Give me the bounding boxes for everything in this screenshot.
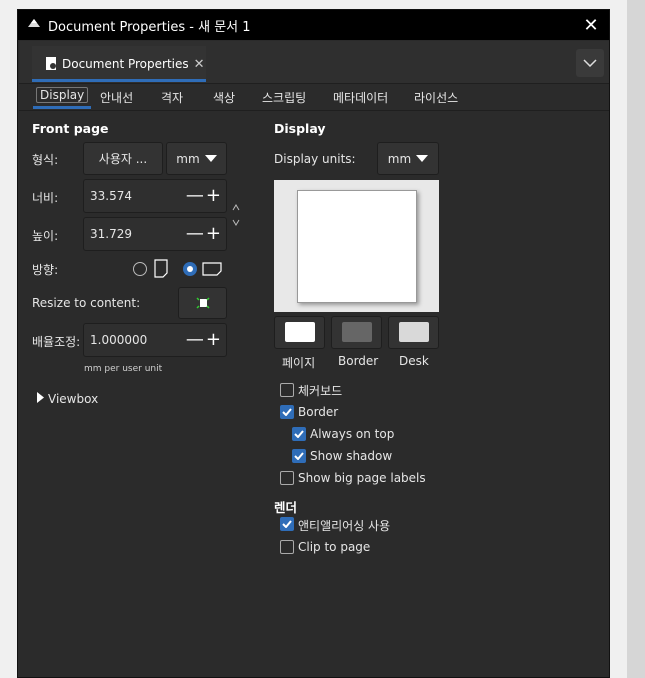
page-color-button[interactable] <box>274 316 325 349</box>
height-stepper[interactable]: —+ <box>186 225 223 243</box>
portrait-radio[interactable] <box>133 262 147 276</box>
show-big-page-labels-checkbox[interactable] <box>280 471 294 485</box>
tab-label: Display <box>40 88 85 102</box>
scale-value: 1.000000 <box>90 333 148 347</box>
border-color-label: Border <box>338 354 379 368</box>
height-spinbox[interactable]: 31.729 —+ <box>83 217 227 251</box>
tab-color[interactable]: 색상 <box>213 89 235 106</box>
document-properties-window: Document Properties - 새 문서 1 ✕ Document … <box>17 9 610 678</box>
border-label: Border <box>298 405 339 419</box>
format-unit-dropdown[interactable]: mm <box>166 142 227 175</box>
display-units-dropdown[interactable]: mm <box>377 142 439 175</box>
format-dropdown[interactable]: 사용자 ... <box>83 142 163 175</box>
tab-grids[interactable]: 격자 <box>161 89 183 106</box>
checkmark-icon <box>294 452 304 460</box>
dock-tab-indicator <box>32 79 206 82</box>
link-dimensions-icon[interactable] <box>231 202 241 228</box>
tab-active-indicator <box>33 106 92 109</box>
preview-page <box>297 190 417 303</box>
clip-to-page-label: Clip to page <box>298 540 371 554</box>
inkscape-app-icon <box>28 19 40 27</box>
landscape-icon <box>202 262 222 276</box>
dock-menu-button[interactable] <box>576 49 604 77</box>
window-close-button[interactable]: ✕ <box>579 13 603 37</box>
tab-display[interactable]: Display <box>33 87 92 109</box>
format-label: 형식: <box>32 153 59 167</box>
checkerboard-checkbox[interactable] <box>280 383 294 397</box>
chevron-down-icon <box>583 59 597 67</box>
orientation-label: 방향: <box>32 263 59 277</box>
width-label: 너비: <box>32 191 59 205</box>
scale-label: 배율조정: <box>32 335 81 349</box>
scale-spinbox[interactable]: 1.000000 —+ <box>83 323 227 357</box>
antialiasing-label: 앤티앨리어싱 사용 <box>298 519 391 533</box>
notebook-tabs: Display 안내선 격자 색상 스크립팅 메타데이터 라이선스 <box>19 84 609 111</box>
scale-stepper[interactable]: —+ <box>186 331 223 349</box>
dock-tab-label: Document Properties <box>62 57 189 71</box>
display-units-value: mm <box>387 151 412 166</box>
tab-scripting[interactable]: 스크립팅 <box>262 89 306 106</box>
width-stepper[interactable]: —+ <box>186 187 223 205</box>
window-title: Document Properties - 새 문서 1 <box>48 19 251 35</box>
scale-hint: mm per user unit <box>84 364 163 374</box>
tab-license[interactable]: 라이선스 <box>414 89 458 106</box>
portrait-icon <box>154 259 168 278</box>
show-shadow-label: Show shadow <box>310 449 393 463</box>
checkmark-icon <box>282 520 292 528</box>
viewbox-expander-icon[interactable] <box>37 392 44 403</box>
checkmark-icon <box>294 430 304 438</box>
front-page-heading: Front page <box>32 121 109 136</box>
resize-page-icon <box>195 297 210 309</box>
always-on-top-checkbox[interactable] <box>292 427 306 441</box>
format-unit-value: mm <box>176 151 200 166</box>
clip-to-page-checkbox[interactable] <box>280 540 294 554</box>
desk-color-label: Desk <box>399 354 429 368</box>
checkerboard-label: 체커보드 <box>298 384 343 398</box>
always-on-top-label: Always on top <box>310 427 395 441</box>
caret-down-icon <box>204 155 217 162</box>
width-spinbox[interactable]: 33.574 —+ <box>83 179 227 213</box>
border-color-button[interactable] <box>331 316 382 349</box>
border-checkbox[interactable] <box>280 405 294 419</box>
checkmark-icon <box>282 408 292 416</box>
page-preview <box>274 180 439 312</box>
viewbox-expander[interactable]: Viewbox <box>48 392 98 406</box>
height-value: 31.729 <box>90 227 132 241</box>
antialiasing-checkbox[interactable] <box>280 517 294 531</box>
show-shadow-checkbox[interactable] <box>292 449 306 463</box>
display-heading: Display <box>274 121 326 136</box>
page-color-label: 페이지 <box>282 356 316 370</box>
tab-guides[interactable]: 안내선 <box>100 89 133 106</box>
caret-down-icon <box>416 155 429 162</box>
landscape-radio[interactable] <box>183 262 197 276</box>
show-big-page-labels-label: Show big page labels <box>298 471 426 485</box>
format-value: 사용자 ... <box>98 152 148 166</box>
document-properties-icon <box>46 57 56 70</box>
close-icon: ✕ <box>583 14 599 36</box>
dock-tab-document-properties[interactable]: Document Properties ✕ <box>32 46 206 82</box>
desk-color-swatch <box>399 322 429 342</box>
width-value: 33.574 <box>90 189 132 203</box>
resize-to-content-button[interactable] <box>178 287 227 319</box>
desk-color-button[interactable] <box>388 316 439 349</box>
display-units-label: Display units: <box>274 152 356 166</box>
background-window-strip <box>627 0 645 678</box>
page-color-swatch <box>285 322 315 342</box>
title-bar: Document Properties - 새 문서 1 ✕ <box>18 10 609 40</box>
resize-to-content-label: Resize to content: <box>32 296 141 310</box>
tab-metadata[interactable]: 메타데이터 <box>333 89 388 106</box>
render-heading: 렌더 <box>274 500 298 515</box>
dock-tab-close-icon[interactable]: ✕ <box>194 57 205 72</box>
dock-bar: Document Properties ✕ <box>19 41 609 84</box>
height-label: 높이: <box>32 229 59 243</box>
radio-dot <box>187 266 193 272</box>
border-color-swatch <box>342 322 372 342</box>
